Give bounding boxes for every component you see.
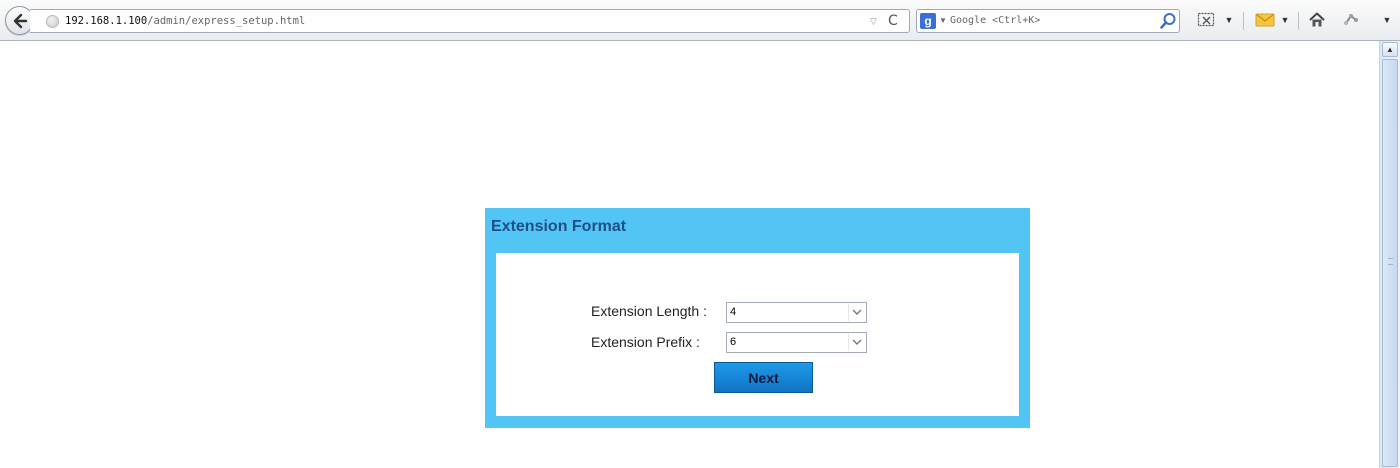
search-placeholder[interactable]: Google <Ctrl+K> xyxy=(950,15,1040,26)
chevron-down-icon xyxy=(848,334,865,351)
browser-toolbar: 192.168.1.100/admin/express_setup.html ▽… xyxy=(0,0,1400,41)
url-host: 192.168.1.100 xyxy=(65,15,148,27)
vertical-scrollbar[interactable]: ▲ xyxy=(1379,41,1400,468)
mail-dropdown-icon[interactable]: ▼ xyxy=(1278,9,1292,31)
home-button[interactable] xyxy=(1306,9,1328,31)
screenshot-icon xyxy=(1197,12,1215,27)
scroll-thumb[interactable] xyxy=(1382,59,1398,467)
menu-dropdown-icon[interactable]: ▼ xyxy=(1380,9,1394,31)
dropmark-icon[interactable]: ▽ xyxy=(870,16,880,26)
extension-prefix-value: 6 xyxy=(730,336,737,348)
search-bar[interactable]: g ▼ Google <Ctrl+K> xyxy=(916,9,1180,33)
address-bar[interactable]: 192.168.1.100/admin/express_setup.html ▽… xyxy=(30,9,910,33)
panel-body: Extension Length : 4 Extension Prefix : … xyxy=(496,253,1019,416)
next-button[interactable]: Next xyxy=(714,362,813,393)
extension-length-select[interactable]: 4 xyxy=(726,302,867,323)
back-arrow-icon xyxy=(13,13,27,28)
globe-icon xyxy=(46,15,59,28)
screenshot-dropdown-icon[interactable]: ▼ xyxy=(1222,9,1236,31)
screenshot-button[interactable] xyxy=(1196,9,1218,31)
magnifier-icon[interactable] xyxy=(1159,12,1177,30)
toolbar-separator xyxy=(1298,12,1299,30)
extension-prefix-select[interactable]: 6 xyxy=(726,332,867,353)
toolbar-separator xyxy=(1243,12,1244,30)
extension-format-panel: Extension Format Extension Length : 4 Ex… xyxy=(485,208,1030,428)
mail-icon xyxy=(1255,13,1275,27)
extension-length-label: Extension Length : xyxy=(591,303,707,319)
search-engine-caret-icon[interactable]: ▼ xyxy=(939,16,947,25)
thumb-grip xyxy=(1388,258,1393,265)
url-text: 192.168.1.100/admin/express_setup.html xyxy=(65,15,305,27)
extension-length-value: 4 xyxy=(730,306,737,318)
scroll-up-arrow-icon[interactable]: ▲ xyxy=(1382,42,1398,57)
panel-title: Extension Format xyxy=(491,218,627,235)
home-icon xyxy=(1309,12,1325,27)
extension-icon xyxy=(1344,14,1358,25)
mail-button[interactable] xyxy=(1254,9,1276,31)
url-path: /admin/express_setup.html xyxy=(147,15,306,27)
extension-prefix-label: Extension Prefix : xyxy=(591,334,700,350)
reload-icon[interactable]: C xyxy=(888,13,904,29)
extension-button[interactable] xyxy=(1340,9,1362,31)
chevron-down-icon xyxy=(848,304,865,321)
google-icon[interactable]: g xyxy=(920,13,936,29)
